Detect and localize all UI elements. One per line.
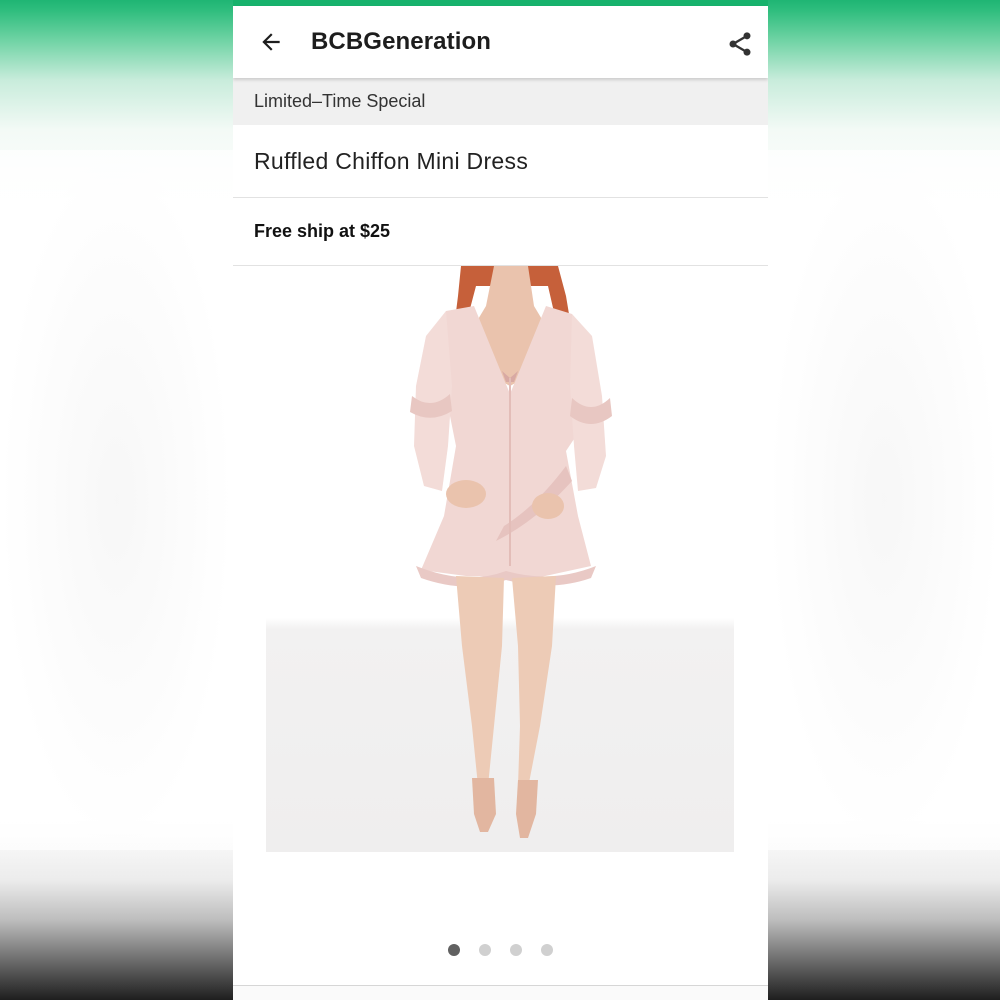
promo-banner: Limited–Time Special (233, 78, 768, 125)
promo-text: Limited–Time Special (254, 91, 426, 111)
product-image[interactable] (266, 266, 734, 852)
background-blur-right (768, 150, 1000, 850)
shipping-info: Free ship at $25 (233, 198, 768, 266)
share-button[interactable] (724, 28, 756, 60)
carousel-dot-1[interactable] (448, 944, 460, 956)
product-title-text: Ruffled Chiffon Mini Dress (254, 147, 529, 174)
carousel-dot-3[interactable] (510, 944, 522, 956)
share-icon (729, 32, 751, 56)
product-title: Ruffled Chiffon Mini Dress (233, 125, 768, 198)
background-blur-left (0, 150, 233, 850)
back-button[interactable] (255, 26, 287, 58)
app-screen: BCBGeneration Limited–Time Special Ruffl… (233, 0, 768, 1000)
arrow-left-icon (262, 33, 280, 51)
model-dress-illustration (410, 266, 612, 838)
carousel-indicator (233, 944, 768, 956)
page-title: BCBGeneration (311, 28, 491, 55)
carousel-dot-2[interactable] (479, 944, 491, 956)
carousel-dot-4[interactable] (541, 944, 553, 956)
product-gallery[interactable] (233, 266, 768, 984)
shipping-text: Free ship at $25 (254, 221, 391, 241)
app-bar: BCBGeneration (233, 6, 768, 78)
bottom-bar-edge (233, 985, 768, 1000)
